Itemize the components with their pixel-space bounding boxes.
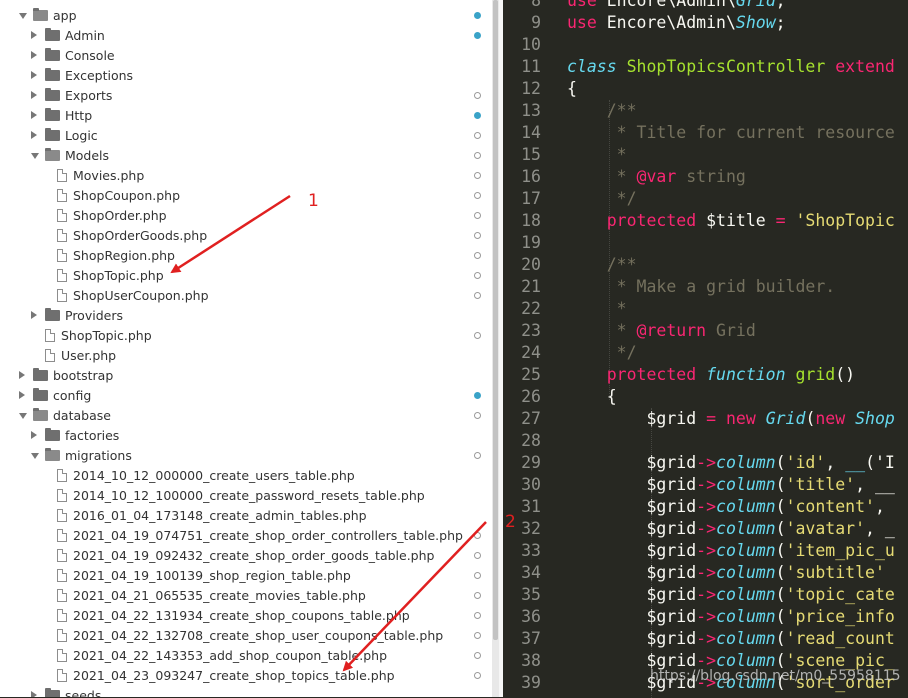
watermark: https://blog.csdn.net/m0_55958115 xyxy=(650,668,901,684)
annotation-arrows xyxy=(170,194,487,672)
annotation-label-1: 1 xyxy=(308,191,319,211)
annotation-arrow-1 xyxy=(170,194,291,274)
annotation-arrow-2 xyxy=(342,521,487,672)
annotation-label-2: 2 xyxy=(505,512,516,532)
